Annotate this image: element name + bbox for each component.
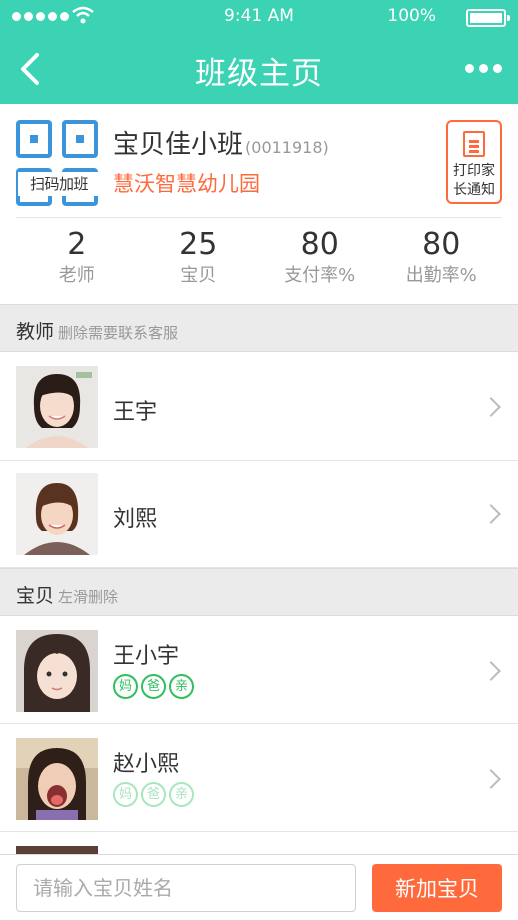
baby-name-input[interactable] — [16, 864, 356, 912]
battery-icon — [466, 9, 510, 27]
stat-babies: 25 宝贝 — [179, 227, 218, 286]
class-name: 宝贝佳小班 (0011918) — [113, 124, 329, 161]
baby-row[interactable] — [0, 832, 518, 854]
baby-row[interactable]: 赵小熙 妈 爸 亲 — [0, 724, 518, 832]
section-title: 教师 — [16, 321, 55, 343]
dad-badge[interactable]: 爸 — [141, 782, 166, 807]
dad-badge[interactable]: 爸 — [141, 674, 166, 699]
chevron-right-icon — [481, 504, 501, 524]
status-time: 9:41 AM — [224, 6, 294, 26]
scan-to-join-button[interactable]: 扫码加班 — [16, 120, 100, 206]
section-title: 宝贝 — [16, 585, 55, 607]
class-info-card: 扫码加班 宝贝佳小班 (0011918) 慧沃智慧幼儿园 打印家 长通知 2 老师… — [0, 104, 518, 304]
top-bar: 9:41 AM 100% 班级主页 — [0, 0, 518, 104]
class-code: (0011918) — [245, 138, 329, 157]
chevron-right-icon — [481, 397, 501, 417]
relative-badge[interactable]: 亲 — [169, 674, 194, 699]
stat-teachers: 2 老师 — [58, 227, 95, 286]
section-note: 左滑删除 — [58, 588, 119, 606]
qr-code-icon — [62, 120, 98, 158]
more-dots-icon[interactable] — [465, 64, 502, 73]
school-name: 慧沃智慧幼儿园 — [113, 172, 260, 196]
document-icon — [463, 131, 485, 157]
bottom-bar: 新加宝贝 — [0, 854, 518, 920]
baby-avatar — [16, 846, 98, 854]
status-bar: 9:41 AM 100% — [0, 0, 518, 34]
baby-name: 王小宇 — [113, 644, 180, 669]
baby-avatar — [16, 738, 98, 820]
teacher-name: 王宇 — [113, 400, 158, 425]
chevron-right-icon — [481, 661, 501, 681]
teacher-row[interactable]: 王宇 — [0, 352, 518, 461]
baby-avatar — [16, 630, 98, 712]
babies-section-header: 宝贝 左滑删除 — [0, 568, 518, 616]
page-title: 班级主页 — [195, 56, 323, 92]
print-notice-label: 打印家 长通知 — [453, 163, 495, 198]
class-name-text: 宝贝佳小班 — [113, 130, 244, 160]
stat-attendance-rate: 80 出勤率% — [405, 227, 477, 286]
divider — [16, 217, 502, 218]
print-parent-notice-button[interactable]: 打印家 长通知 — [446, 120, 502, 204]
teacher-avatar — [16, 473, 98, 555]
teacher-name: 刘熙 — [113, 507, 158, 532]
baby-name: 赵小熙 — [113, 752, 180, 777]
scan-to-join-label: 扫码加班 — [18, 172, 100, 196]
class-stats: 2 老师 25 宝贝 80 支付率% 80 出勤率% — [16, 227, 502, 297]
baby-row[interactable]: 王小宇 妈 爸 亲 — [0, 616, 518, 724]
add-baby-button[interactable]: 新加宝贝 — [372, 864, 502, 912]
teachers-section-header: 教师 删除需要联系客服 — [0, 304, 518, 352]
teacher-avatar — [16, 366, 98, 448]
mom-badge[interactable]: 妈 — [113, 782, 138, 807]
section-note: 删除需要联系客服 — [58, 324, 179, 342]
nav-bar: 班级主页 — [0, 34, 518, 104]
teacher-row[interactable]: 刘熙 — [0, 461, 518, 568]
battery-percent: 100% — [387, 6, 436, 26]
stat-payment-rate: 80 支付率% — [284, 227, 356, 286]
chevron-right-icon — [481, 769, 501, 789]
parent-badges: 妈 爸 亲 — [113, 674, 194, 699]
qr-code-icon — [16, 120, 52, 158]
mom-badge[interactable]: 妈 — [113, 674, 138, 699]
relative-badge[interactable]: 亲 — [169, 782, 194, 807]
parent-badges: 妈 爸 亲 — [113, 782, 194, 807]
